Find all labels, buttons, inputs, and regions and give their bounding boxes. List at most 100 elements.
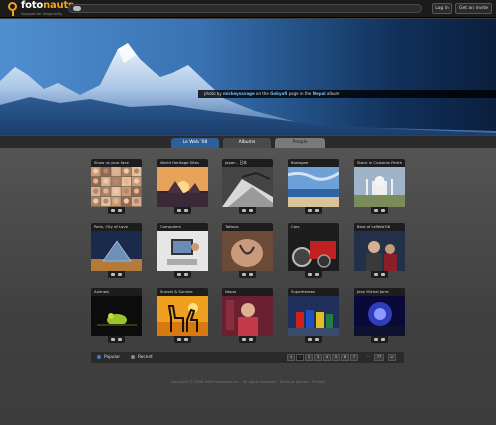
album-title[interactable]: Bretagne <box>288 159 339 167</box>
page-6[interactable]: 6 <box>341 354 349 361</box>
album-thumbnail[interactable] <box>157 296 208 336</box>
album-link[interactable]: Nepal <box>313 91 326 96</box>
search-icon[interactable] <box>73 6 81 11</box>
camera-icon[interactable] <box>381 209 385 212</box>
album-title[interactable]: Animals <box>91 288 142 296</box>
album-title[interactable]: Nepal <box>222 288 273 296</box>
search-icon[interactable] <box>308 338 312 341</box>
camera-icon[interactable] <box>315 273 319 276</box>
page-2[interactable]: 2 <box>305 354 313 361</box>
camera-icon[interactable] <box>118 338 122 341</box>
camera-icon[interactable] <box>184 338 188 341</box>
album-title[interactable]: Show us your face <box>91 159 142 167</box>
album-card[interactable]: Stack in Customs Perith <box>354 159 405 215</box>
page-4[interactable]: 4 <box>323 354 331 361</box>
tab-people[interactable]: People <box>275 138 325 148</box>
album-title[interactable]: Japan - 日本 <box>222 159 273 167</box>
album-card[interactable]: Tattoos <box>222 223 273 279</box>
recent-icon <box>131 354 135 359</box>
camera-icon[interactable] <box>315 209 319 212</box>
page-1[interactable]: 1 <box>296 354 304 361</box>
popular-sort[interactable]: Popular <box>97 354 120 361</box>
album-thumbnail[interactable] <box>157 167 208 207</box>
album-card[interactable]: Animals <box>91 288 142 344</box>
login-button[interactable]: Log in <box>432 3 452 14</box>
album-thumbnail[interactable] <box>354 167 405 207</box>
page-7[interactable]: 7 <box>350 354 358 361</box>
album-card[interactable]: Show us your face <box>91 159 142 215</box>
page-5[interactable]: 5 <box>332 354 340 361</box>
camera-icon[interactable] <box>249 273 253 276</box>
album-title[interactable]: World Heritage Sites <box>157 159 208 167</box>
album-title[interactable]: Sunset & Sunrise <box>157 288 208 296</box>
album-title[interactable]: Superheroes <box>288 288 339 296</box>
album-thumbnail[interactable] <box>222 167 273 207</box>
search-icon[interactable] <box>111 338 115 341</box>
tab-leweb08[interactable]: Le Web '08 <box>171 138 219 148</box>
tab-albums[interactable]: Albums <box>223 138 271 148</box>
album-card[interactable]: Paris, City of Love <box>91 223 142 279</box>
search-icon[interactable] <box>308 273 312 276</box>
search-icon[interactable] <box>177 338 181 341</box>
album-card[interactable]: Japan - 日本 <box>222 159 273 215</box>
album-title[interactable]: Jean Michel Jarre <box>354 288 405 296</box>
prev-page-button[interactable]: < <box>287 354 295 361</box>
album-thumbnail[interactable] <box>91 167 142 207</box>
search-icon[interactable] <box>242 338 246 341</box>
camera-icon[interactable] <box>118 273 122 276</box>
search-icon[interactable] <box>177 209 181 212</box>
album-thumbnail[interactable] <box>222 296 273 336</box>
album-title[interactable]: Tattoos <box>222 223 273 231</box>
album-thumbnail[interactable] <box>91 296 142 336</box>
album-card[interactable]: Cars <box>288 223 339 279</box>
album-thumbnail[interactable] <box>222 231 273 271</box>
album-thumbnail[interactable] <box>288 167 339 207</box>
album-thumbnail[interactable] <box>288 231 339 271</box>
camera-icon[interactable] <box>249 209 253 212</box>
search-input[interactable] <box>68 4 422 13</box>
album-card[interactable]: Jean Michel Jarre <box>354 288 405 344</box>
camera-icon[interactable] <box>118 209 122 212</box>
search-icon[interactable] <box>242 273 246 276</box>
album-card[interactable]: Superheroes <box>288 288 339 344</box>
camera-icon[interactable] <box>315 338 319 341</box>
hero-photo[interactable]: photo by mickeysavage on the Gobyofi pag… <box>0 19 496 135</box>
camera-icon[interactable] <box>249 338 253 341</box>
search-icon[interactable] <box>177 273 181 276</box>
album-title[interactable]: Paris, City of Love <box>91 223 142 231</box>
search-icon[interactable] <box>374 338 378 341</box>
album-thumbnail[interactable] <box>354 231 405 271</box>
album-thumbnail[interactable] <box>91 231 142 271</box>
camera-icon[interactable] <box>381 338 385 341</box>
page-3[interactable]: 3 <box>314 354 322 361</box>
camera-icon[interactable] <box>184 273 188 276</box>
album-thumbnail[interactable] <box>354 296 405 336</box>
search-icon[interactable] <box>111 273 115 276</box>
get-invite-button[interactable]: Get an invite <box>455 3 492 14</box>
page-77[interactable]: 77 <box>374 354 384 361</box>
album-card[interactable]: Bretagne <box>288 159 339 215</box>
recent-sort[interactable]: Recent <box>131 354 153 361</box>
album-title[interactable]: Stack in Customs Perith <box>354 159 405 167</box>
search-icon[interactable] <box>242 209 246 212</box>
next-page-button[interactable]: > <box>388 354 396 361</box>
album-card[interactable]: Nepal <box>222 288 273 344</box>
album-thumbnail[interactable] <box>288 296 339 336</box>
album-title[interactable]: Computers <box>157 223 208 231</box>
photographer-link[interactable]: mickeysavage <box>223 91 255 96</box>
album-title[interactable]: Best of LeWeb'08 <box>354 223 405 231</box>
page-link[interactable]: Gobyofi <box>270 91 287 96</box>
search-icon[interactable] <box>308 209 312 212</box>
album-title[interactable]: Cars <box>288 223 339 231</box>
album-card[interactable]: World Heritage Sites <box>157 159 208 215</box>
album-card[interactable]: Computers <box>157 223 208 279</box>
album-thumbnail[interactable] <box>157 231 208 271</box>
album-card[interactable]: Best of LeWeb'08 <box>354 223 405 279</box>
search-icon[interactable] <box>374 209 378 212</box>
camera-icon[interactable] <box>381 273 385 276</box>
footer-text: Copyright © 2008-2009 fotonauts Inc. · A… <box>170 380 326 384</box>
camera-icon[interactable] <box>184 209 188 212</box>
search-icon[interactable] <box>111 209 115 212</box>
search-icon[interactable] <box>374 273 378 276</box>
album-card[interactable]: Sunset & Sunrise <box>157 288 208 344</box>
